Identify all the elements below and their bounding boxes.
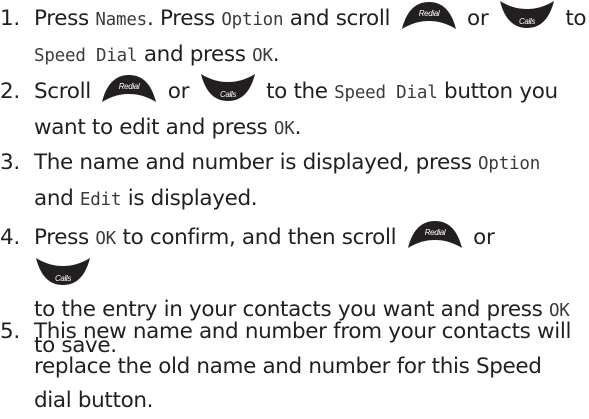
step-text: and scroll (283, 6, 397, 31)
step-4-line-2: Calls (0, 257, 589, 294)
step-text: Press (34, 225, 96, 250)
step-2: 2. Scroll Redial or Calls to the Speed Di… (0, 73, 589, 146)
step-3-line-2: and Edit is displayed. (0, 182, 589, 218)
step-1-line-2: Speed Dial and press OK. (0, 38, 589, 74)
step-2-line-2: want to edit and press OK. (0, 111, 589, 147)
step-text: to (558, 6, 587, 31)
calls-key-label: Calls (55, 274, 71, 283)
step-text: This new name and number from your conta… (34, 319, 572, 344)
step-5-line-1: 5. This new name and number from your con… (0, 315, 589, 350)
redial-up-key-icon: Redial (406, 219, 464, 249)
step-number: 3. (0, 150, 20, 175)
redial-up-key-icon: Redial (400, 0, 458, 30)
step-text: is displayed. (121, 185, 258, 211)
step-text: Press (34, 6, 96, 31)
step-4-line-1: 4. Press OK to confirm, and then scroll R… (0, 219, 589, 257)
step-text: or (161, 79, 196, 104)
step-number: 5. (0, 319, 20, 344)
step-3: 3. The name and number is displayed, pres… (0, 146, 589, 217)
step-text: and press (137, 41, 253, 67)
step-3-line-1: 3. The name and number is displayed, pres… (0, 146, 589, 182)
step-5: 5. This new name and number from your con… (0, 315, 589, 419)
ok-display-text: OK (95, 229, 116, 249)
step-text: or (466, 225, 495, 250)
step-5-line-3: dial button. (0, 384, 589, 419)
step-number: 1. (0, 6, 20, 31)
calls-down-key-icon: Calls (34, 257, 92, 287)
calls-key-label: Calls (220, 90, 236, 99)
calls-key-label: Calls (519, 17, 535, 26)
redial-up-key-icon: Redial (100, 73, 158, 103)
step-1-line-1: 1. Press Names. Press Option and scroll R… (0, 0, 589, 38)
step-text: Scroll (34, 79, 98, 104)
step-text: The name and number is displayed, press (34, 150, 479, 175)
step-2-line-1: 2. Scroll Redial or Calls to the Speed Di… (0, 73, 589, 111)
step-text: want to edit and press (34, 114, 274, 140)
speed-dial-display-text: Speed Dial (334, 83, 438, 103)
step-number: 4. (0, 225, 20, 250)
step-text: to the (259, 79, 335, 104)
step-5-line-2: replace the old name and number for this… (0, 350, 589, 385)
step-text: or (460, 6, 495, 31)
redial-key-label: Redial (424, 228, 445, 237)
step-text: . Press (147, 6, 222, 31)
option-display-text: Option (221, 10, 284, 30)
ok-display-text: OK (252, 45, 273, 66)
step-text: and (34, 185, 80, 211)
step-1: 1. Press Names. Press Option and scroll R… (0, 0, 589, 73)
speed-dial-display-text: Speed Dial (34, 45, 138, 66)
step-text: . (272, 41, 280, 67)
calls-down-key-icon: Calls (199, 73, 257, 103)
edit-display-text: Edit (79, 189, 122, 210)
step-text: . (294, 114, 302, 140)
step-text: to confirm, and then scroll (116, 225, 403, 250)
step-text: button you (437, 79, 558, 104)
redial-key-label: Redial (418, 9, 439, 18)
calls-down-key-icon: Calls (498, 0, 556, 30)
step-text: replace the old name and number for this… (34, 353, 542, 379)
option-display-text: Option (478, 154, 541, 174)
step-number: 2. (0, 79, 20, 104)
ok-display-text: OK (273, 118, 295, 139)
step-text: dial button. (34, 388, 154, 413)
redial-key-label: Redial (119, 82, 140, 91)
names-display-text: Names (95, 10, 148, 30)
